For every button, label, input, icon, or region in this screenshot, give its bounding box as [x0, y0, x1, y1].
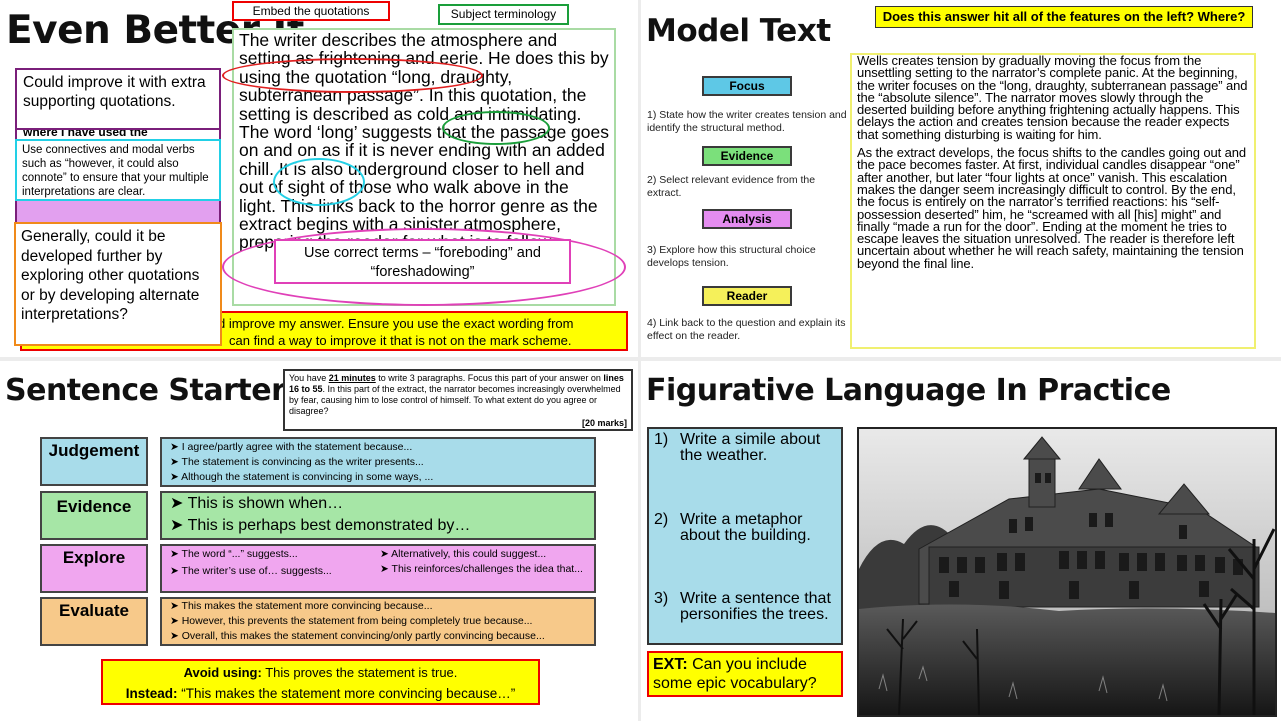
annotation-oval-quotation	[222, 58, 483, 93]
note-connectives: Use connectives and modal verbs such as …	[15, 139, 221, 201]
model-answer-paragraph-2: As the extract develops, the focus shift…	[857, 145, 1247, 271]
step-reader-tag: Reader	[702, 286, 792, 306]
quadrant-figurative-language: Figurative Language In Practice 1) Write…	[641, 361, 1281, 721]
task-mid: to write 3 paragraphs. Focus this part o…	[375, 373, 604, 383]
figurative-task-1: 1) Write a simile about the weather.	[654, 432, 834, 464]
instead-text: “This makes the statement more convincin…	[177, 686, 516, 701]
starter-label-evaluate: Evaluate	[40, 597, 148, 646]
figurative-language-title: Figurative Language In Practice	[646, 373, 1171, 408]
model-answer-paragraph-1: Wells creates tension by gradually movin…	[857, 53, 1248, 142]
haunted-house-image	[857, 427, 1277, 717]
extension-label: EXT:	[653, 656, 688, 673]
starter-item: ➤ The word “...” suggests...	[170, 548, 298, 560]
extension-box: EXT: Can you include some epic vocabular…	[647, 651, 843, 697]
callout-correct-terms: Use correct terms – “foreboding” and “fo…	[274, 239, 571, 284]
step-focus-tag: Focus	[702, 76, 792, 96]
figurative-task-3: 3) Write a sentence that personifies the…	[654, 591, 834, 623]
features-question-text: Does this answer hit all of the features…	[882, 9, 1246, 24]
note-extra-quotations-text: Could improve it with extra supporting q…	[23, 74, 206, 110]
starter-body-explore: ➤ The word “...” suggests... ➤ The write…	[160, 544, 596, 593]
starter-body-evaluate: ➤ This makes the statement more convinci…	[160, 597, 596, 646]
annotation-oval-it-is-also	[273, 158, 365, 206]
tag-subject-label: Subject terminology	[450, 7, 557, 21]
avoid-line: Avoid using: This proves the statement i…	[103, 662, 538, 683]
task-marks: [20 marks]	[581, 418, 627, 428]
avoid-using-box: Avoid using: This proves the statement i…	[101, 659, 540, 705]
starter-item-text: This reinforces/challenges the idea that…	[391, 563, 583, 575]
instead-label: Instead:	[125, 686, 178, 701]
quadrant-sentence-starters: Sentence Starters You have 21 minutes to…	[0, 361, 638, 721]
avoid-label: Avoid using:	[183, 665, 262, 680]
starter-label-judgement: Judgement	[40, 437, 148, 486]
starter-item-text: Although the statement is convincing in …	[181, 471, 434, 483]
step-reader-text: 4) Link back to the question and explain…	[647, 317, 846, 342]
starter-label-evidence: Evidence	[40, 491, 148, 540]
step-evidence-text: 2) Select relevant evidence from the ext…	[647, 174, 816, 199]
starter-item-text: Alternatively, this could suggest...	[391, 548, 547, 560]
starter-item: ➤ This makes the statement more convinci…	[170, 600, 433, 612]
explore-left-col: ➤ The word “...” suggests... ➤ The write…	[170, 547, 332, 579]
task-number: 1)	[654, 431, 669, 448]
starter-item: ➤ The statement is convincing as the wri…	[170, 456, 424, 468]
step-focus-text: 1) State how the writer creates tension …	[647, 109, 847, 134]
starter-item: ➤ This is perhaps best demonstrated by…	[170, 517, 471, 534]
step-analysis-tag: Analysis	[702, 209, 792, 229]
task-text: Write a sentence that personifies the tr…	[680, 590, 831, 623]
starter-item-text: I agree/partly agree with the statement …	[181, 441, 413, 453]
task-number: 3)	[654, 590, 669, 607]
task-pre: You have	[289, 373, 329, 383]
features-question-banner: Does this answer hit all of the features…	[875, 6, 1253, 28]
task-text: Write a metaphor about the building.	[680, 511, 811, 544]
instead-line: Instead: “This makes the statement more …	[103, 683, 538, 703]
starter-item-text: The writer’s use of… suggests...	[181, 565, 332, 577]
starter-label-explore: Explore	[40, 544, 148, 593]
step-evidence-tag: Evidence	[702, 146, 792, 166]
annotation-oval-word-long	[442, 111, 550, 145]
task-post: . In this part of the extract, the narra…	[289, 384, 621, 416]
note-connectives-text: Use connectives and modal verbs such as …	[22, 144, 209, 198]
starter-item: ➤ This reinforces/challenges the idea th…	[380, 563, 583, 575]
tag-subject-terminology: Subject terminology	[438, 4, 569, 25]
avoid-text: This proves the statement is true.	[261, 665, 458, 680]
figurative-task-2: 2) Write a metaphor about the building.	[654, 512, 834, 544]
starter-item-text: This makes the statement more convincing…	[181, 600, 433, 612]
task-box: You have 21 minutes to write 3 paragraph…	[283, 369, 633, 431]
model-text-title: Model Text	[646, 13, 831, 49]
note-develop-further: Generally, could it be developed further…	[14, 222, 222, 346]
starter-item: ➤ Alternatively, this could suggest...	[380, 548, 547, 560]
starter-item-text: The statement is convincing as the write…	[181, 456, 424, 468]
figurative-tasks-box: 1) Write a simile about the weather. 2) …	[647, 427, 843, 645]
step-analysis-text: 3) Explore how this structural choice de…	[647, 244, 816, 269]
note-extra-quotations: Could improve it with extra supporting q…	[15, 68, 221, 130]
tag-embed-label: Embed the quotations	[252, 4, 370, 18]
task-text: Write a simile about the weather.	[680, 431, 821, 464]
quadrant-model-text: Model Text Does this answer hit all of t…	[641, 0, 1281, 357]
callout-correct-terms-text: Use correct terms – “foreboding” and “fo…	[304, 245, 541, 280]
starter-item: ➤ However, this prevents the statement f…	[170, 615, 533, 627]
explore-right-col: ➤ Alternatively, this could suggest... ➤…	[380, 547, 592, 575]
starter-item-text: This is perhaps best demonstrated by…	[187, 517, 471, 534]
sentence-starters-title: Sentence Starters	[5, 373, 303, 408]
task-number: 2)	[654, 511, 669, 528]
haunted-house-illustration	[859, 429, 1275, 715]
starter-item-text: However, this prevents the statement fro…	[181, 615, 533, 627]
starter-item-text: The word “...” suggests...	[181, 548, 298, 560]
starter-body-evidence: ➤ This is shown when… ➤ This is perhaps …	[160, 491, 596, 540]
starter-item: ➤ This is shown when…	[170, 495, 344, 512]
tag-embed-quotations: Embed the quotations	[232, 1, 390, 21]
starter-item: ➤ Although the statement is convincing i…	[170, 471, 434, 483]
starter-item-text: Overall, this makes the statement convin…	[181, 630, 545, 642]
model-answer-box: Wells creates tension by gradually movin…	[850, 53, 1256, 349]
starter-item: ➤ Overall, this makes the statement conv…	[170, 630, 545, 642]
task-minutes: 21 minutes	[328, 373, 376, 383]
starter-item: ➤ The writer’s use of… suggests...	[170, 565, 332, 577]
note-develop-further-text: Generally, could it be developed further…	[21, 228, 200, 323]
starter-item-text: This is shown when…	[187, 495, 344, 512]
starter-body-judgement: ➤ I agree/partly agree with the statemen…	[160, 437, 596, 487]
starter-item: ➤ I agree/partly agree with the statemen…	[170, 441, 413, 453]
quadrant-even-better-if: Even Better If d improve my answer. Ensu…	[0, 0, 638, 357]
